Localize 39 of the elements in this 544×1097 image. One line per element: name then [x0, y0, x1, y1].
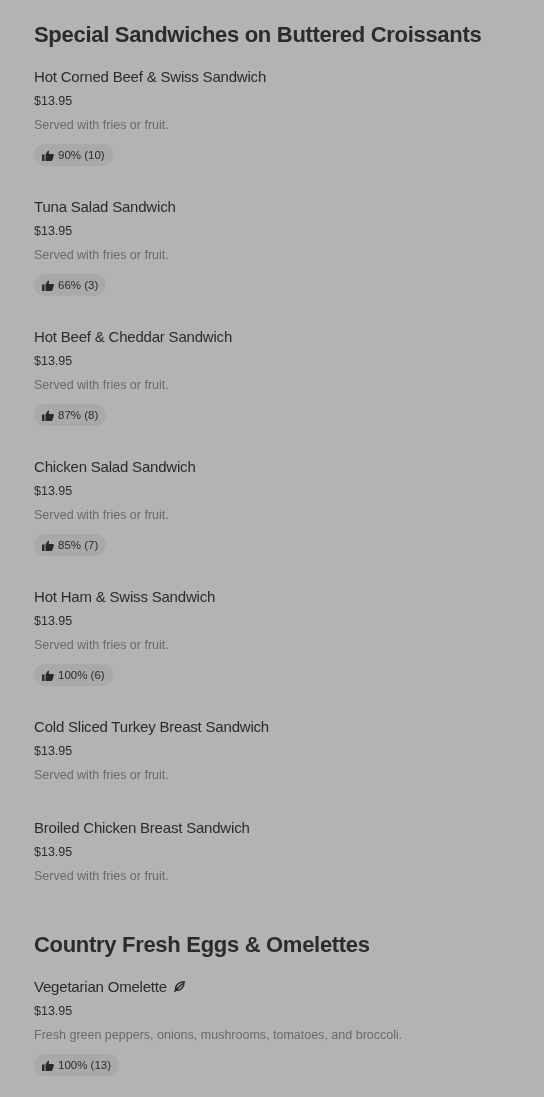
leaf-icon: [172, 979, 186, 993]
thumbs-up-icon: [42, 669, 54, 681]
rating-text: 100% (6): [58, 669, 105, 681]
item-name[interactable]: Vegetarian Omelette: [34, 977, 167, 995]
item-price: $13.95: [34, 1003, 74, 1020]
item-price: $13.95: [34, 483, 74, 500]
item-price: $13.95: [34, 613, 74, 630]
item-description: Served with fries or fruit.: [34, 117, 170, 134]
item-price: $13.95: [34, 844, 74, 861]
item-name[interactable]: Hot Corned Beef & Swiss Sandwich: [34, 67, 267, 85]
thumbs-up-icon: [42, 1059, 54, 1071]
rating-text: 85% (7): [58, 539, 99, 551]
item-price: $13.95: [34, 93, 74, 110]
thumbs-up-icon: [42, 539, 54, 551]
item-description: Served with fries or fruit.: [34, 247, 170, 264]
item-price: $13.95: [34, 353, 74, 370]
item-name[interactable]: Cold Sliced Turkey Breast Sandwich: [34, 717, 269, 735]
item-name[interactable]: Chicken Salad Sandwich: [34, 457, 196, 475]
item-description: Served with fries or fruit.: [34, 767, 170, 784]
rating-text: 90% (10): [58, 149, 105, 161]
section-title: Country Fresh Eggs & Omelettes: [34, 931, 371, 959]
item-description: Served with fries or fruit.: [34, 868, 170, 885]
item-name[interactable]: Hot Ham & Swiss Sandwich: [34, 587, 216, 605]
rating-text: 66% (3): [58, 279, 99, 291]
thumbs-up-icon: [42, 409, 54, 421]
item-description: Served with fries or fruit.: [34, 377, 170, 394]
item-description: Served with fries or fruit.: [34, 507, 170, 524]
item-name[interactable]: Hot Beef & Cheddar Sandwich: [34, 327, 233, 345]
item-price: $13.95: [34, 743, 74, 760]
item-description: Fresh green peppers, onions, mushrooms, tomatoes, and broccoli.: [34, 1027, 404, 1044]
item-name[interactable]: Tuna Salad Sandwich: [34, 197, 176, 215]
thumbs-up-icon: [42, 149, 54, 161]
rating-text: 100% (13): [58, 1059, 112, 1071]
item-description: Served with fries or fruit.: [34, 637, 170, 654]
item-name[interactable]: Broiled Chicken Breast Sandwich: [34, 818, 250, 836]
item-price: $13.95: [34, 223, 74, 240]
thumbs-up-icon: [42, 279, 54, 291]
rating-text: 87% (8): [58, 409, 99, 421]
section-title: Special Sandwiches on Buttered Croissants: [34, 21, 483, 49]
